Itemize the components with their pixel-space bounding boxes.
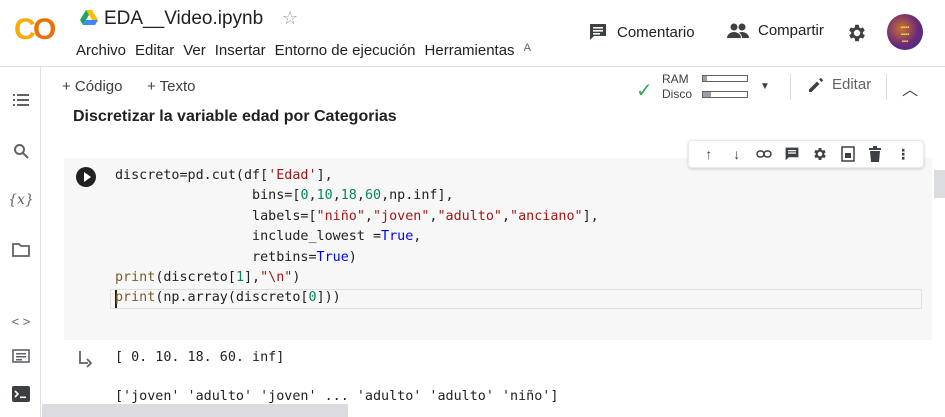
command-palette-icon[interactable] (10, 346, 32, 366)
move-down-arrow-icon[interactable]: ↓ (727, 146, 747, 162)
notebook-title[interactable]: EDA__Video.ipynb (104, 8, 263, 30)
menu-herramientas[interactable]: Herramientas (425, 42, 515, 59)
more-options-icon[interactable]: ⋮ (893, 146, 913, 163)
horizontal-scrollbar[interactable] (42, 404, 348, 417)
variables-icon[interactable]: {x} (8, 190, 34, 210)
search-icon[interactable] (10, 141, 32, 161)
add-code-button[interactable]: + Código (62, 78, 122, 95)
colab-notebook-window: C O EDA__Video.ipynb ☆ Archivo Editar Ve… (0, 0, 945, 417)
star-icon[interactable]: ☆ (282, 8, 298, 29)
share-label: Compartir (758, 22, 824, 39)
output-line: [ 0. 10. 18. 60. inf] (115, 350, 285, 365)
svg-text:O: O (33, 14, 56, 44)
menu-archivo[interactable]: Archivo (76, 42, 126, 59)
move-up-arrow-icon[interactable]: ↑ (699, 146, 719, 162)
toolbar-divider (790, 74, 791, 100)
avatar-image-decoration: ▪▪▪▪ ▪▪▪▪ ▪▪▪ (900, 25, 910, 45)
edit-button[interactable]: Editar (808, 76, 871, 93)
menu-ver[interactable]: Ver (183, 42, 206, 59)
code-line[interactable]: discreto=pd.cut(df['Edad'], (115, 166, 599, 186)
disk-label: Disco (662, 87, 693, 101)
run-cell-button[interactable] (76, 167, 96, 187)
table-of-contents-icon[interactable] (10, 90, 32, 110)
link-icon[interactable] (754, 149, 774, 159)
code-line[interactable]: print(discreto[1],"\n") (115, 268, 599, 288)
disk-usage-bar (702, 91, 748, 98)
disk-usage-fill (703, 92, 711, 97)
menu-entorno[interactable]: Entorno de ejecución (275, 42, 416, 59)
user-avatar[interactable]: ▪▪▪▪ ▪▪▪▪ ▪▪▪ (887, 14, 923, 50)
chevron-down-icon[interactable]: ▼ (760, 81, 770, 92)
files-folder-icon[interactable] (10, 240, 32, 260)
comment-button[interactable]: Comentario (588, 22, 695, 42)
cell-settings-gear-icon[interactable] (810, 146, 830, 162)
settings-gear-icon[interactable] (846, 22, 868, 44)
output-icon[interactable] (78, 350, 96, 368)
mirror-cell-icon[interactable] (838, 146, 858, 162)
pencil-icon (809, 77, 824, 92)
share-button[interactable]: Compartir (726, 22, 824, 39)
code-line[interactable]: labels=["niño","joven","adulto","anciano… (115, 207, 599, 227)
delete-trash-icon[interactable] (865, 146, 885, 162)
resources-indicator[interactable]: ✓ RAM Disco ▼ (636, 72, 776, 102)
connected-check-icon: ✓ (636, 80, 653, 102)
header-divider (0, 66, 945, 67)
ram-usage-fill (703, 76, 707, 81)
code-editor[interactable]: discreto=pd.cut(df['Edad'], bins=[0,10,1… (115, 166, 599, 309)
ram-label: RAM (662, 72, 689, 86)
output-line: ['joven' 'adulto' 'joven' ... 'adulto' '… (115, 389, 559, 404)
section-heading[interactable]: Discretizar la variable edad por Categor… (73, 108, 397, 126)
code-snippets-icon[interactable]: < > (10, 311, 32, 331)
code-line[interactable]: print(np.array(discreto[0])) (115, 288, 599, 308)
people-icon (727, 23, 749, 38)
code-line[interactable]: retbins=True) (115, 248, 599, 268)
menu-bar: Archivo Editar Ver Insertar Entorno de e… (76, 42, 540, 59)
menu-insertar[interactable]: Insertar (215, 42, 266, 59)
comment-icon[interactable] (782, 146, 802, 162)
menu-ayuda[interactable]: A (524, 42, 531, 59)
vertical-scrollbar[interactable] (934, 170, 945, 198)
cell-toolbar: ↑ ↓ ⋮ (688, 140, 924, 168)
google-drive-icon (80, 10, 98, 25)
colab-logo[interactable]: C O (14, 14, 60, 44)
menu-editar[interactable]: Editar (135, 42, 174, 59)
code-line[interactable]: include_lowest =True, (115, 227, 599, 247)
toolbar-divider (886, 74, 887, 100)
ram-usage-bar (702, 75, 748, 82)
chevron-up-icon[interactable]: ︿ (902, 76, 918, 100)
edit-label: Editar (832, 76, 872, 93)
add-text-button[interactable]: + Texto (147, 78, 196, 95)
comment-label: Comentario (617, 23, 695, 41)
svg-text:C: C (14, 14, 35, 44)
terminal-icon[interactable] (10, 384, 32, 404)
code-line[interactable]: bins=[0,10,18,60,np.inf], (115, 186, 599, 206)
comment-icon (590, 24, 606, 40)
sidebar-divider (40, 66, 41, 417)
